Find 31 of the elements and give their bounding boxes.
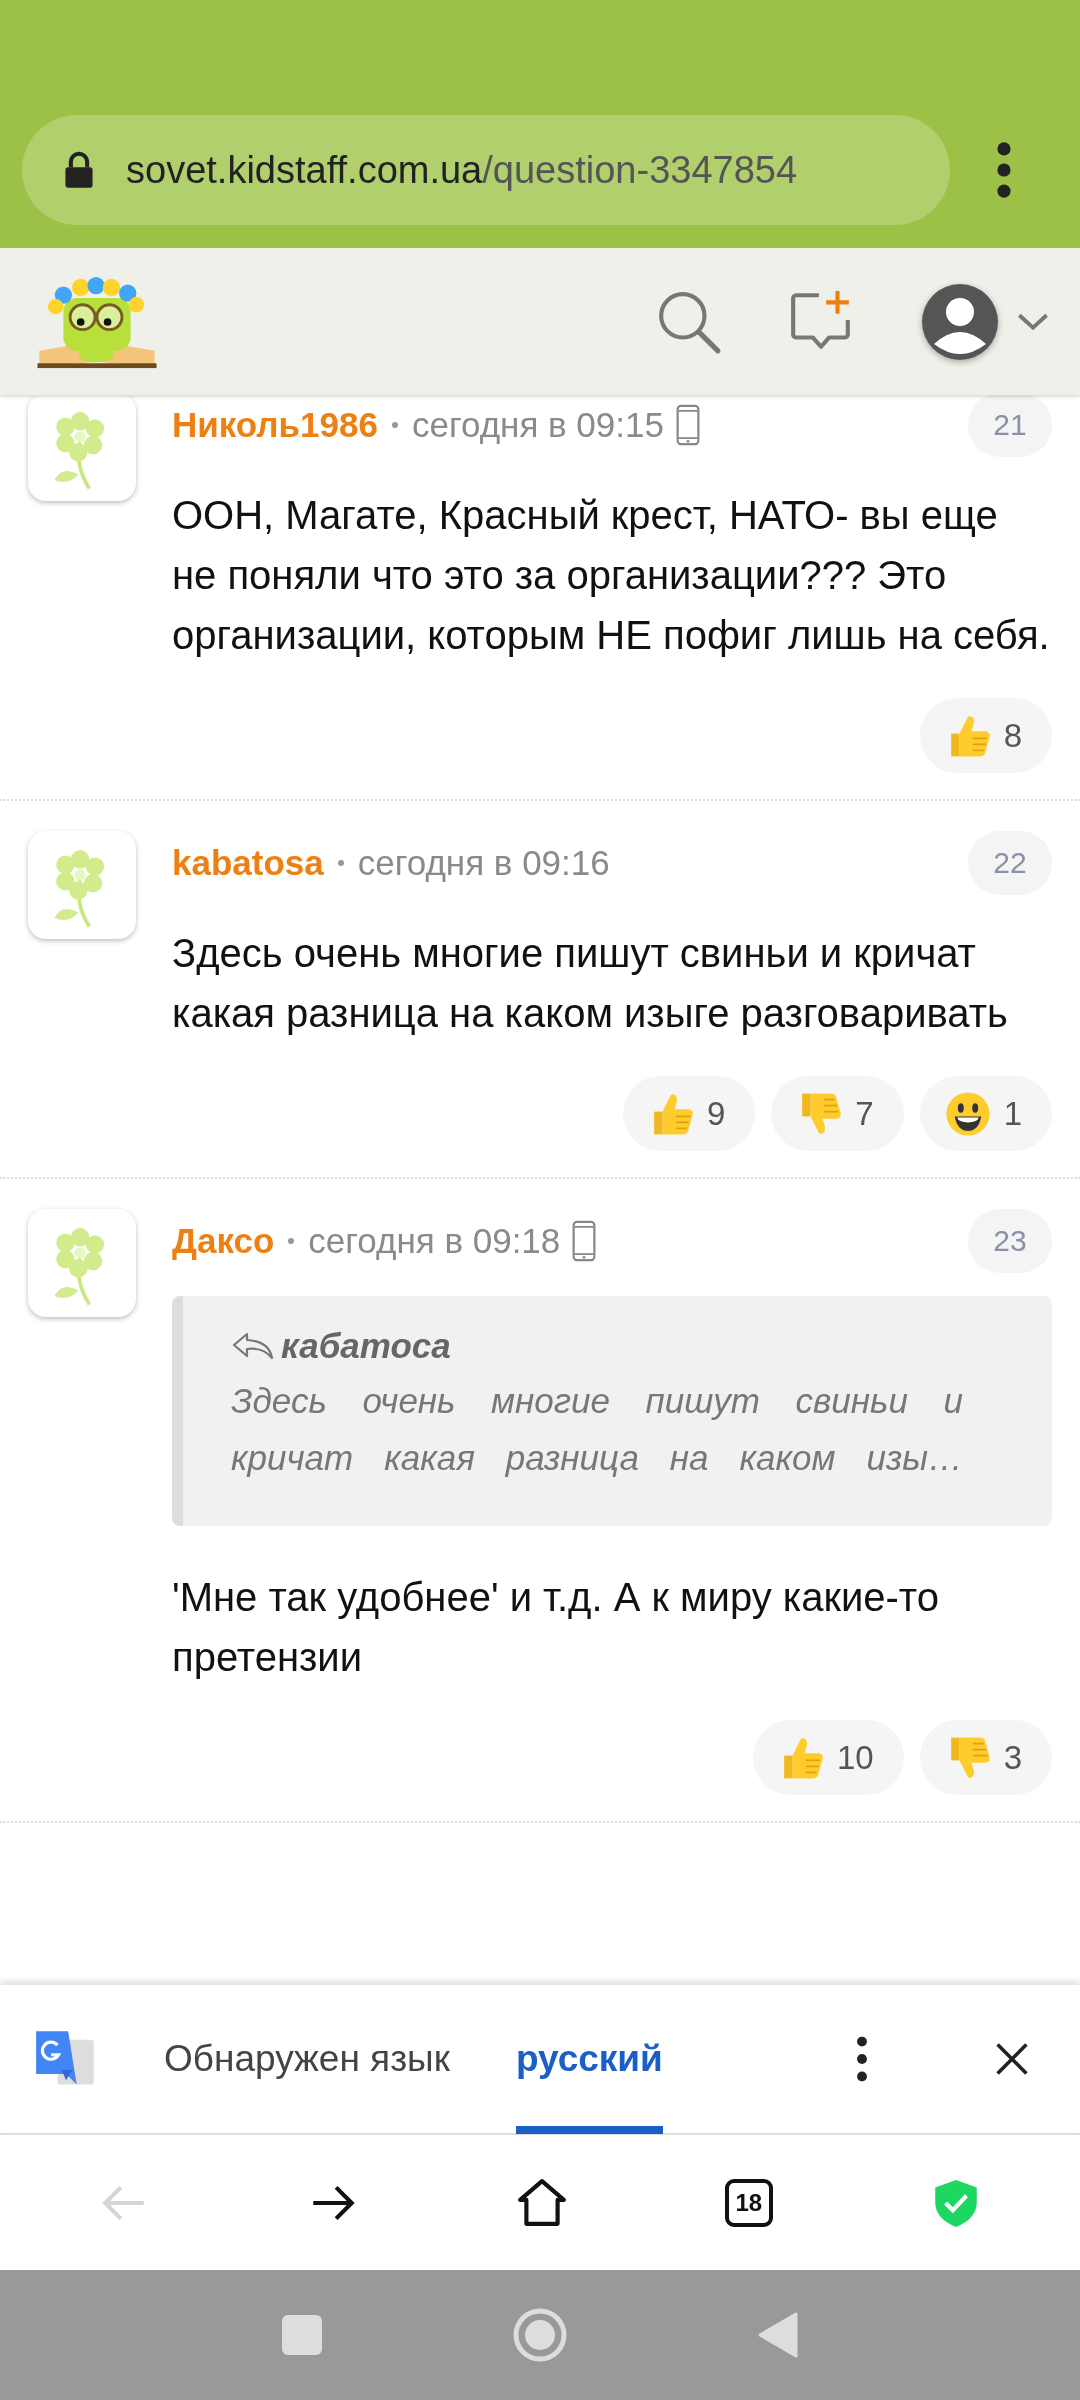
lock-icon	[62, 151, 96, 189]
smile-reaction-button[interactable]: 1	[919, 1076, 1052, 1151]
language-tab[interactable]: Обнаружен язык	[164, 1984, 450, 2134]
like-reaction-button[interactable]: 8	[919, 698, 1052, 773]
comment-text: Здесь очень многие пишут свиньи и кричат какая разница на каком изыге разговаривать	[172, 930, 1009, 1037]
url-field[interactable]: sovet.kidstaff.com.ua/question-3347854	[22, 115, 950, 225]
comment-time: сегодня в 09:16	[357, 843, 610, 883]
separator-dot	[391, 422, 398, 428]
quote-author: кабатоса	[281, 1326, 451, 1366]
reply-arrow-icon	[231, 1331, 275, 1361]
quote-text: Здесь очень многие пишут свиньи и кричат какая разница на каком изы…	[231, 1380, 963, 1479]
home-icon[interactable]	[516, 2176, 568, 2229]
comment-text: ООН, Магате, Красный крест, НАТО- вы еще не поняли что это за организации??? Это организации, которым НЕ пофиг лишь на себя.	[172, 492, 1051, 659]
tab-count-button[interactable]: 18	[724, 2178, 773, 2227]
profile-avatar-icon[interactable]	[920, 281, 1000, 362]
menu-icon[interactable]	[855, 2035, 869, 2083]
smiley-icon	[943, 1089, 992, 1138]
dislike-reaction-button[interactable]: 7	[771, 1076, 904, 1151]
separator-dot	[337, 860, 344, 866]
comment-text: 'Мне так удобнее' и т.д. А к миру какие-то претензии	[172, 1574, 940, 1681]
comment-time: сегодня в 09:15	[411, 405, 664, 445]
separator-dot	[288, 1238, 295, 1244]
like-reaction-button[interactable]: 9	[622, 1076, 756, 1151]
language-tab[interactable]: русский	[515, 1984, 663, 2134]
close-icon[interactable]	[994, 2041, 1030, 2077]
home-button-icon[interactable]	[512, 2307, 568, 2363]
back-button-icon[interactable]	[758, 2312, 798, 2358]
dislike-reaction-button[interactable]: 3	[919, 1720, 1052, 1795]
menu-icon[interactable]	[996, 141, 1012, 199]
like-reaction-button[interactable]: 10	[752, 1720, 904, 1795]
comment-time: сегодня в 09:18	[308, 1221, 561, 1261]
